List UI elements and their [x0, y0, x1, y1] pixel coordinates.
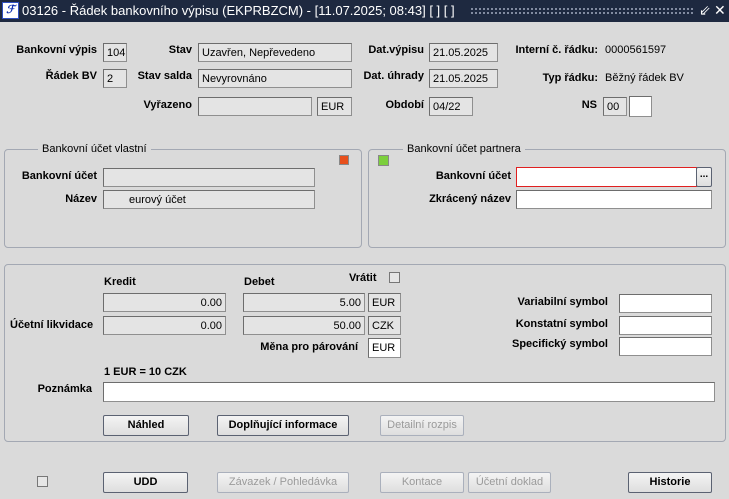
partner-account-label: Bankovní účet [435, 170, 511, 182]
interni-radek-value: 0000561597 [605, 44, 667, 56]
vyrazeno-label: Vyřazeno [143, 99, 192, 111]
variabilni-symbol-field[interactable] [619, 294, 712, 313]
debet-label: Debet [244, 276, 275, 288]
mena-parovani-label: Měna pro párování [260, 341, 358, 353]
minimize-icon[interactable]: ⇙ [699, 2, 711, 19]
poznamka-label: Poznámka [37, 383, 92, 395]
vratit-checkbox[interactable] [389, 272, 400, 283]
specificky-symbol-label: Specifický symbol [512, 338, 608, 350]
dat-uhrady-label: Dat. úhrady [363, 70, 424, 82]
stav-label: Stav [168, 44, 192, 56]
partner-account-legend: Bankovní účet partnera [403, 143, 525, 155]
ucetni-likvidace-label: Účetní likvidace [10, 319, 94, 331]
doplnujici-informace-button[interactable]: Doplňující informace [217, 415, 349, 436]
partner-short-name-label: Zkrácený název [429, 193, 511, 205]
ns-extra-field[interactable] [629, 96, 652, 117]
stav-salda-field[interactable]: Nevyrovnáno [198, 69, 352, 88]
typ-radku-label: Typ řádku: [542, 72, 598, 84]
currency2-field[interactable]: CZK [368, 316, 401, 335]
interni-radek-label: Interní č. řádku: [515, 44, 598, 56]
currency1-field[interactable]: EUR [368, 293, 401, 312]
exchange-rate-text: 1 EUR = 10 CZK [104, 366, 187, 378]
stav-salda-label: Stav salda [137, 70, 192, 82]
ucetni-doklad-button[interactable]: Účetní doklad [468, 472, 551, 493]
ns-field[interactable]: 00 [603, 97, 627, 116]
historie-button[interactable]: Historie [628, 472, 712, 493]
poznamka-field[interactable] [103, 382, 715, 402]
specificky-symbol-field[interactable] [619, 337, 712, 356]
bankovni-vypis-field[interactable]: 104 [103, 43, 127, 62]
mena-parovani-field[interactable]: EUR [368, 338, 401, 358]
detailni-rozpis-button[interactable]: Detailní rozpis [380, 415, 464, 436]
stav-field[interactable]: Uzavřen, Nepřevedeno [198, 43, 352, 62]
typ-radku-value: Běžný řádek BV [605, 72, 684, 84]
kredit-label: Kredit [104, 276, 136, 288]
own-name-label: Název [65, 193, 97, 205]
partner-account-field[interactable] [516, 167, 697, 187]
radek-bv-field[interactable]: 2 [103, 69, 127, 88]
dat-uhrady-field[interactable]: 21.05.2025 [429, 69, 498, 88]
konstatni-symbol-label: Konstatní symbol [515, 318, 608, 330]
partner-account-indicator-icon [378, 155, 389, 166]
obdobi-field[interactable]: 04/22 [429, 97, 473, 116]
close-icon[interactable]: ✕ [714, 2, 726, 19]
ns-label: NS [581, 99, 597, 111]
bankovni-vypis-label: Bankovní výpis [16, 44, 97, 56]
own-name-field[interactable]: eurový účet [103, 190, 315, 209]
kontace-button[interactable]: Kontace [380, 472, 464, 493]
obdobi-label: Období [385, 99, 425, 111]
own-account-field[interactable] [103, 168, 315, 187]
title-bar: ℱ 03126 - Řádek bankovního výpisu (EKPRB… [0, 0, 729, 22]
own-account-indicator-icon [339, 155, 349, 165]
zavazek-pohledavka-button[interactable]: Závazek / Pohledávka [217, 472, 349, 493]
debet-czk-field[interactable]: 50.00 [243, 316, 365, 335]
vyrazeno-field[interactable] [198, 97, 312, 116]
variabilni-symbol-label: Variabilní symbol [517, 296, 608, 308]
dat-vypisu-label: Dat.výpisu [368, 44, 424, 56]
own-account-label: Bankovní účet [21, 170, 97, 182]
kredit-czk-field[interactable]: 0.00 [103, 316, 226, 335]
window-title: 03126 - Řádek bankovního výpisu (EKPRBZC… [22, 3, 455, 18]
title-bar-grip [470, 7, 695, 15]
nahled-button[interactable]: Náhled [103, 415, 189, 436]
debet-eur-field[interactable]: 5.00 [243, 293, 365, 312]
bottom-checkbox[interactable] [37, 476, 48, 487]
app-logo-icon: ℱ [2, 2, 19, 19]
udd-button[interactable]: UDD [103, 472, 188, 493]
partner-account-lookup-button[interactable]: ... [696, 167, 712, 187]
vratit-label: Vrátit [349, 272, 377, 284]
radek-bv-label: Řádek BV [45, 70, 97, 82]
own-account-legend: Bankovní účet vlastní [38, 143, 151, 155]
kredit-eur-field[interactable]: 0.00 [103, 293, 226, 312]
vyrazeno-currency-field[interactable]: EUR [317, 97, 352, 116]
partner-short-name-field[interactable] [516, 190, 712, 209]
dat-vypisu-field[interactable]: 21.05.2025 [429, 43, 498, 62]
konstatni-symbol-field[interactable] [619, 316, 712, 335]
